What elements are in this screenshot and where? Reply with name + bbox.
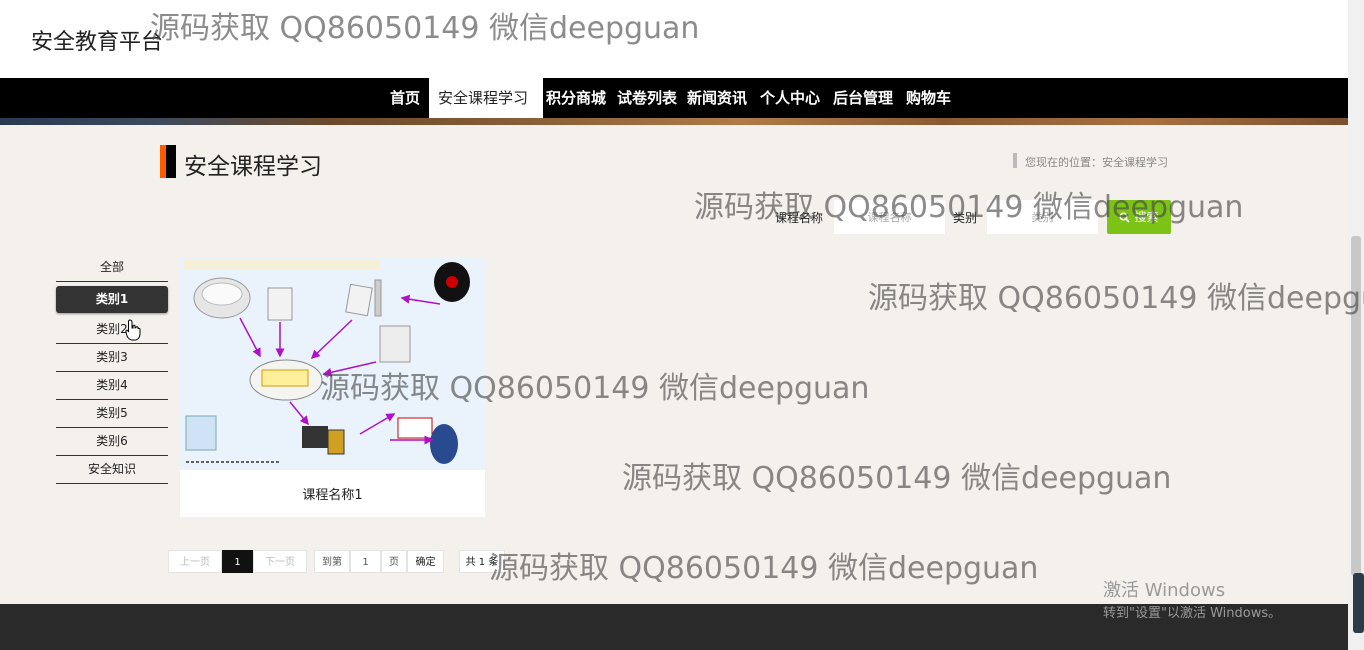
- prev-page-button[interactable]: 上一页: [168, 550, 222, 573]
- category-item-1[interactable]: 类别1: [56, 286, 168, 313]
- page-unit-label: 页: [381, 550, 407, 573]
- watermark-6: 源码获取 QQ86050149 微信deepguan: [489, 551, 1039, 586]
- windows-activation-title: 激活 Windows: [1103, 580, 1226, 601]
- main-nav: 首页 安全课程学习 积分商城 试卷列表 新闻资讯 个人中心 后台管理 购物车: [0, 78, 1348, 118]
- category-label: 类别: [953, 211, 978, 225]
- nav-news[interactable]: 新闻资讯: [687, 78, 747, 118]
- title-accent-bar: [160, 145, 176, 178]
- nav-home[interactable]: 首页: [390, 78, 420, 118]
- nav-exams[interactable]: 试卷列表: [617, 78, 677, 118]
- nav-admin[interactable]: 后台管理: [833, 78, 893, 118]
- site-header: 安全教育平台: [0, 0, 1348, 78]
- watermark-3: 源码获取 QQ86050149 微信deepguan: [868, 281, 1364, 316]
- category-item-4[interactable]: 类别4: [56, 372, 168, 400]
- course-thumbnail[interactable]: [180, 258, 485, 470]
- search-button-label: 搜索: [1134, 210, 1159, 224]
- windows-activation-subtitle: 转到"设置"以激活 Windows。: [1103, 606, 1282, 621]
- course-name-input[interactable]: [834, 200, 945, 234]
- page-title: 安全课程学习: [184, 154, 322, 180]
- side-widget[interactable]: [1353, 573, 1364, 633]
- category-item-5[interactable]: 类别5: [56, 400, 168, 428]
- nav-profile[interactable]: 个人中心: [760, 78, 820, 118]
- category-item-all[interactable]: 全部: [56, 254, 168, 282]
- category-item-safety-knowledge[interactable]: 安全知识: [56, 456, 168, 484]
- goto-confirm-button[interactable]: 确定: [407, 550, 444, 573]
- breadcrumb-marker: [1013, 153, 1017, 168]
- banner-image: [0, 118, 1348, 125]
- course-card[interactable]: 课程名称1: [180, 258, 485, 517]
- search-button[interactable]: 搜索: [1107, 200, 1171, 234]
- category-item-6[interactable]: 类别6: [56, 428, 168, 456]
- next-page-button[interactable]: 下一页: [253, 550, 307, 573]
- goto-label: 到第: [314, 550, 350, 573]
- category-item-2[interactable]: 类别2: [56, 316, 168, 344]
- site-brand[interactable]: 安全教育平台: [31, 24, 163, 56]
- nav-cart[interactable]: 购物车: [906, 78, 951, 118]
- nav-courses[interactable]: 安全课程学习: [429, 78, 543, 118]
- current-page[interactable]: 1: [222, 550, 253, 573]
- scrollbar-thumb[interactable]: [1351, 236, 1361, 576]
- course-title[interactable]: 课程名称1: [180, 484, 485, 503]
- category-item-3[interactable]: 类别3: [56, 344, 168, 372]
- watermark-5: 源码获取 QQ86050149 微信deepguan: [622, 461, 1172, 496]
- course-name-label: 课程名称: [775, 211, 824, 225]
- breadcrumb: 您现在的位置：安全课程学习: [1025, 156, 1168, 169]
- search-icon: [1119, 212, 1131, 223]
- goto-page-input[interactable]: 1: [350, 550, 381, 573]
- category-input[interactable]: [987, 200, 1098, 234]
- hand-cursor-icon: [125, 319, 141, 341]
- total-count: 共 1 条: [459, 550, 505, 573]
- nav-points-mall[interactable]: 积分商城: [546, 78, 606, 118]
